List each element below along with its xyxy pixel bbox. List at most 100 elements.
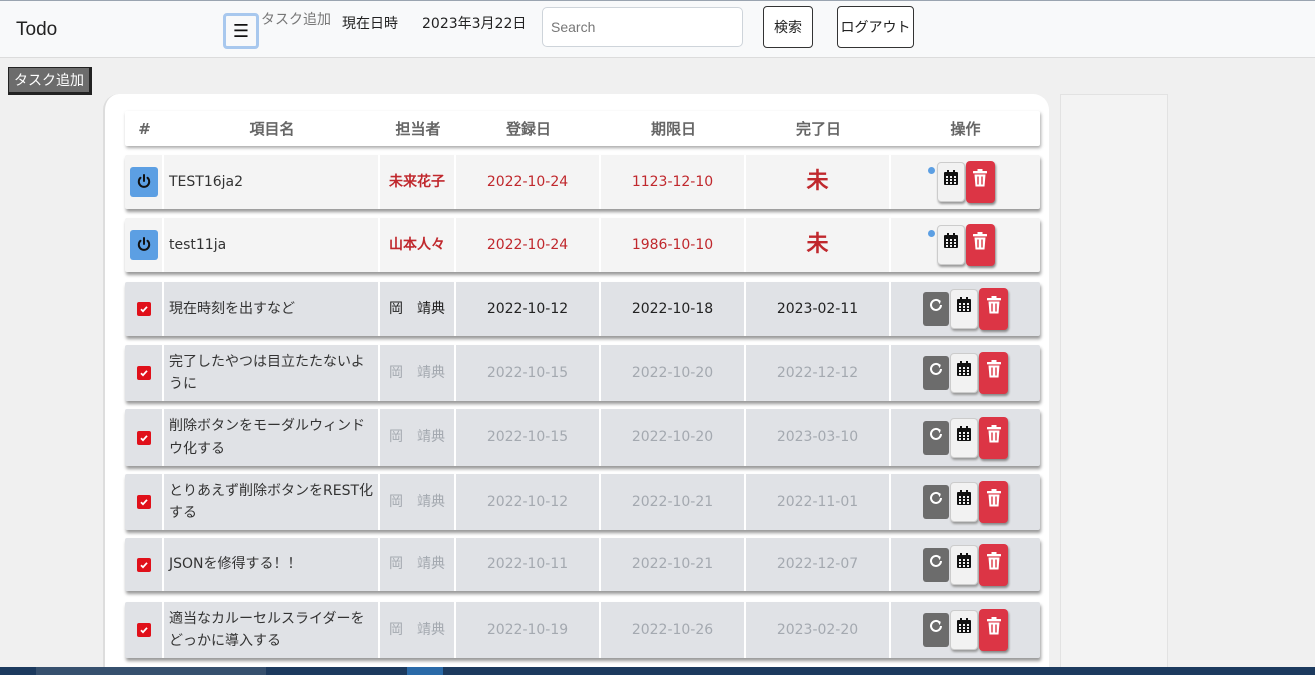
logout-button[interactable]: ログアウト: [837, 6, 914, 48]
column-header: 担当者: [395, 119, 441, 138]
task-due-date: 1986-10-10: [601, 218, 746, 272]
task-due-date: 2022-10-26: [601, 602, 746, 658]
table-row: 適当なカルーセルスライダーをどっかに導入する岡 靖典 2022-10-19 2022…: [125, 602, 1040, 658]
column-header: 操作: [950, 119, 981, 138]
table-row: test11ja 山本人々 2022-10-24 1986-10-10 未: [125, 218, 1040, 272]
trash-icon: [985, 551, 1003, 578]
redo-button[interactable]: [923, 613, 949, 647]
table-row: 完了したやつは目立たたないように岡 靖典 2022-10-15 2022-10-20…: [125, 345, 1040, 401]
redo-button[interactable]: [923, 356, 949, 390]
redo-button[interactable]: [923, 547, 949, 582]
search-input[interactable]: [542, 7, 743, 47]
task-completed-date: 2023-02-11: [746, 282, 891, 336]
task-completed-date: 未: [746, 155, 891, 209]
calendar-button[interactable]: [950, 544, 978, 585]
checkbox-checked-icon[interactable]: [136, 430, 151, 445]
task-due-date: 2022-10-18: [601, 282, 746, 336]
add-task-button[interactable]: タスク追加: [8, 67, 92, 95]
task-assignee: 岡 靖典: [380, 282, 456, 336]
task-registered-date: 2022-10-24: [456, 155, 601, 209]
task-title[interactable]: とりあえず削除ボタンをREST化する: [164, 474, 380, 530]
calendar-button[interactable]: [950, 353, 978, 393]
task-assignee: 岡 靖典: [380, 538, 456, 591]
checkbox-checked-icon[interactable]: [136, 495, 151, 509]
table-row: 現在時刻を出すなど岡 靖典 2022-10-12 2022-10-18 2023-02…: [125, 282, 1040, 336]
power-icon[interactable]: [129, 230, 158, 260]
calendar-icon: [955, 489, 973, 514]
trash-icon: [971, 168, 989, 195]
delete-button[interactable]: [965, 224, 995, 266]
task-due-date: 2022-10-21: [601, 474, 746, 530]
status-cell: [125, 155, 164, 209]
task-title[interactable]: 現在時刻を出すなど: [164, 282, 380, 336]
power-icon[interactable]: [129, 167, 158, 197]
task-registered-date: 2022-10-12: [456, 282, 601, 336]
task-actions: [891, 282, 1040, 336]
checkbox-checked-icon[interactable]: [136, 302, 151, 316]
status-cell: [125, 218, 164, 272]
delete-button[interactable]: [979, 288, 1008, 330]
table-row: 削除ボタンをモーダルウィンドウ化する岡 靖典 2022-10-15 2022-10-…: [125, 409, 1040, 466]
task-title[interactable]: 完了したやつは目立たたないように: [164, 345, 380, 401]
delete-button[interactable]: [979, 416, 1008, 459]
delete-button[interactable]: [979, 543, 1008, 586]
delete-button[interactable]: [979, 609, 1008, 651]
trash-icon: [985, 616, 1003, 643]
task-title[interactable]: 削除ボタンをモーダルウィンドウ化する: [164, 409, 380, 466]
task-completed-date: 2022-11-01: [746, 474, 891, 530]
redo-button[interactable]: [923, 292, 949, 326]
task-actions: [891, 345, 1040, 401]
calendar-icon: [955, 296, 973, 321]
task-assignee: 山本人々: [380, 218, 456, 272]
calendar-icon: [955, 617, 973, 642]
task-completed-date: 2023-02-20: [746, 602, 891, 658]
checkbox-checked-icon[interactable]: [136, 557, 151, 572]
task-assignee: 岡 靖典: [380, 602, 456, 658]
task-completed-date: 2022-12-12: [746, 345, 891, 401]
calendar-button[interactable]: [950, 610, 978, 650]
task-registered-date: 2022-10-24: [456, 218, 601, 272]
delete-button[interactable]: [965, 161, 995, 203]
task-actions: [891, 474, 1040, 530]
calendar-button[interactable]: [950, 482, 978, 522]
status-cell: [125, 602, 164, 658]
current-date: 2023年3月22日: [422, 16, 527, 32]
brand-title[interactable]: Todo: [16, 19, 57, 41]
delete-button[interactable]: [979, 481, 1008, 523]
trash-icon: [985, 488, 1003, 515]
checkbox-checked-icon[interactable]: [136, 623, 151, 637]
task-title[interactable]: JSONを修得する！！: [164, 538, 380, 591]
task-due-date: 2022-10-20: [601, 409, 746, 466]
status-cell: [125, 409, 164, 466]
status-dot: [928, 167, 935, 174]
calendar-icon: [955, 360, 973, 385]
hamburger-menu-icon[interactable]: ☰: [223, 13, 259, 49]
task-due-date: 2022-10-20: [601, 345, 746, 401]
trash-icon: [985, 295, 1003, 322]
calendar-icon: [955, 425, 973, 450]
column-header: #: [138, 119, 151, 138]
redo-button[interactable]: [923, 485, 949, 519]
column-header: 登録日: [505, 119, 551, 138]
search-button[interactable]: 検索: [763, 6, 813, 48]
status-dot: [928, 230, 935, 237]
calendar-button[interactable]: [936, 225, 965, 265]
task-completed-date: 2022-12-07: [746, 538, 891, 591]
calendar-button[interactable]: [950, 289, 978, 329]
task-assignee: 岡 靖典: [380, 474, 456, 530]
task-title[interactable]: test11ja: [164, 218, 380, 272]
calendar-button[interactable]: [950, 417, 978, 458]
task-title[interactable]: TEST16ja2: [164, 155, 380, 209]
table-row: TEST16ja2 未来花子 2022-10-24 1123-12-10 未: [125, 155, 1040, 209]
nav-add-task-link[interactable]: タスク追加: [261, 9, 331, 29]
task-assignee: 未来花子: [380, 155, 456, 209]
status-cell: [125, 474, 164, 530]
delete-button[interactable]: [979, 352, 1008, 394]
redo-button[interactable]: [923, 420, 949, 455]
side-panel: [1060, 94, 1168, 675]
task-title[interactable]: 適当なカルーセルスライダーをどっかに導入する: [164, 602, 380, 658]
calendar-icon: [942, 232, 960, 257]
checkbox-checked-icon[interactable]: [136, 366, 151, 380]
calendar-button[interactable]: [936, 162, 965, 202]
redo-icon: [928, 361, 944, 384]
